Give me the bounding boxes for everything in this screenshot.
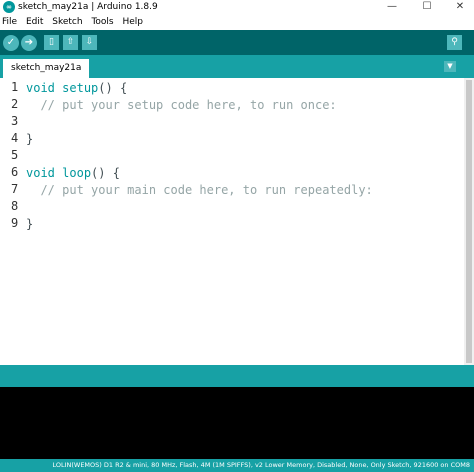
close-button[interactable]: ✕ (446, 0, 474, 14)
line-number: 1 (11, 80, 19, 94)
line-number: 6 (11, 165, 19, 179)
maximize-button[interactable]: ☐ (413, 0, 441, 14)
code-line: void setup() { (26, 80, 127, 97)
keyword: void (26, 166, 55, 180)
line-number: 7 (11, 182, 19, 196)
code-comment: // put your setup code here, to run once… (26, 98, 337, 112)
tab-menu-icon[interactable]: ▼ (444, 61, 456, 72)
new-sketch-button[interactable]: ▯ (44, 35, 59, 50)
upload-button[interactable]: ➔ (21, 35, 37, 51)
line-number: 8 (11, 199, 19, 213)
code-text[interactable]: void setup() { // put your setup code he… (26, 78, 373, 232)
editor-scrollbar[interactable] (464, 78, 474, 365)
status-bar (0, 365, 474, 387)
code-line: // put your setup code here, to run once… (26, 97, 337, 114)
code-editor[interactable]: 1 2 3 4 5 6 7 8 9 void setup() { // put … (0, 78, 464, 365)
keyword: void (26, 81, 55, 95)
function-name: loop (62, 166, 92, 180)
board-status-footer: LOLIN(WEMOS) D1 R2 & mini, 80 MHz, Flash… (0, 459, 474, 472)
save-button[interactable]: ⇩ (82, 35, 97, 50)
line-number: 2 (11, 97, 19, 111)
board-info: LOLIN(WEMOS) D1 R2 & mini, 80 MHz, Flash… (52, 461, 470, 469)
menu-file[interactable]: File (2, 17, 17, 27)
line-number: 3 (11, 114, 19, 128)
scrollbar-thumb[interactable] (466, 80, 472, 363)
toolbar: ✓ ➔ ▯ ⇧ ⇩ ⚲ (0, 30, 474, 55)
code-line: // put your main code here, to run repea… (26, 182, 373, 199)
menu-edit[interactable]: Edit (26, 17, 43, 27)
code-line: } (26, 217, 34, 231)
line-number: 5 (11, 148, 19, 162)
code-comment: // put your main code here, to run repea… (26, 183, 373, 197)
minimize-button[interactable]: — (378, 0, 406, 14)
verify-button[interactable]: ✓ (3, 35, 19, 51)
function-name: setup (62, 81, 99, 95)
menu-help[interactable]: Help (123, 17, 144, 27)
menu-tools[interactable]: Tools (91, 17, 113, 27)
line-number: 9 (11, 216, 19, 230)
menu-bar: File Edit Sketch Tools Help (0, 15, 474, 29)
menu-sketch[interactable]: Sketch (52, 17, 82, 27)
open-button[interactable]: ⇧ (63, 35, 78, 50)
window-title: sketch_may21a | Arduino 1.8.9 (18, 2, 158, 12)
tab-sketch-may21a[interactable]: sketch_may21a (3, 59, 90, 78)
title-bar: ∞ sketch_may21a | Arduino 1.8.9 — ☐ ✕ (0, 0, 474, 14)
code-punctuation: () { (91, 166, 120, 180)
line-number: 4 (11, 131, 19, 145)
serial-monitor-button[interactable]: ⚲ (447, 35, 462, 50)
tab-bar: sketch_may21a ▼ (0, 55, 474, 78)
line-number-gutter: 1 2 3 4 5 6 7 8 9 (0, 78, 22, 365)
arduino-logo-icon: ∞ (3, 1, 15, 13)
code-punctuation: () { (98, 81, 128, 95)
code-line: void loop() { (26, 165, 120, 182)
output-console (0, 387, 474, 459)
code-line: } (26, 132, 34, 146)
